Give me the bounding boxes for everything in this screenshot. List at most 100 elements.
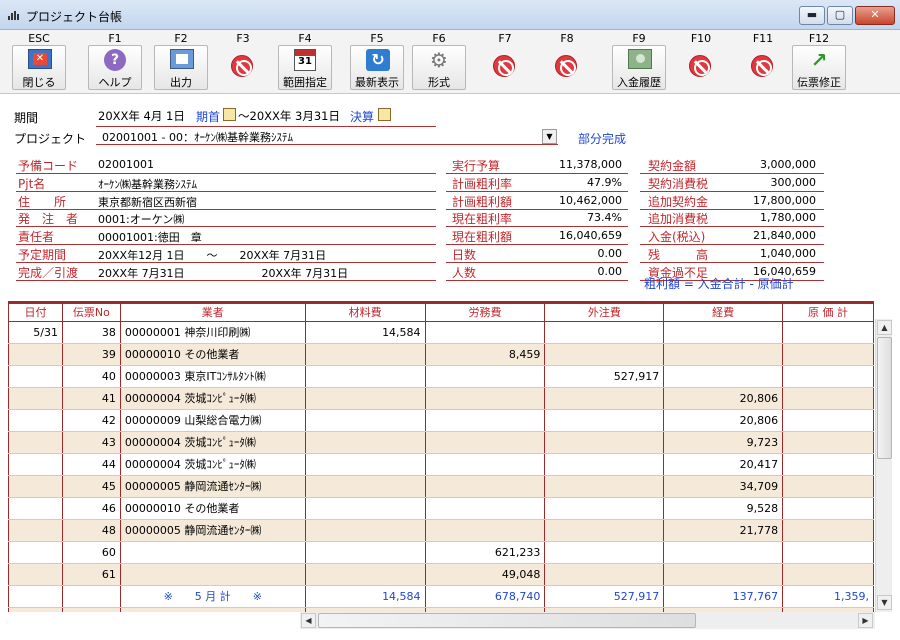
column-header[interactable]: 業者 (119, 302, 306, 322)
table-cell[interactable]: 48 (61, 519, 121, 542)
table-cell[interactable]: 1,359, (782, 585, 874, 608)
table-cell[interactable] (304, 563, 426, 586)
table-cell[interactable]: 40 (61, 365, 121, 388)
table-cell[interactable]: 39 (61, 343, 121, 366)
scroll-up-icon[interactable]: ▲ (877, 320, 892, 335)
table-cell[interactable]: 45 (61, 475, 121, 498)
table-cell[interactable] (8, 431, 63, 454)
column-header[interactable]: 材料費 (304, 302, 426, 322)
table-cell[interactable] (782, 431, 874, 454)
table-row[interactable]: 60 621,233 (8, 541, 874, 564)
table-cell[interactable] (8, 387, 63, 410)
table-cell[interactable] (424, 519, 546, 542)
subtotal-row[interactable]: ※ 5 月 計 ※ 14,584 678,740 527,917 137,767 1,35… (8, 585, 874, 608)
table-cell[interactable] (8, 585, 63, 608)
table-cell[interactable] (119, 541, 306, 564)
table-cell[interactable]: 00000001 神奈川印刷㈱ (119, 321, 306, 344)
table-cell[interactable]: 00000004 茨城ｺﾝﾋﾟｭｰﾀ㈱ (119, 387, 306, 410)
horizontal-scroll-thumb[interactable] (318, 613, 696, 628)
table-cell[interactable] (304, 387, 426, 410)
table-cell[interactable] (304, 343, 426, 366)
table-cell[interactable] (119, 563, 306, 586)
table-row[interactable]: 45 00000005 静岡流通ｾﾝﾀｰ㈱ 34,709 (8, 475, 874, 498)
table-cell[interactable] (782, 497, 874, 520)
disabled-button[interactable] (540, 45, 594, 90)
table-cell[interactable] (663, 541, 784, 564)
table-cell[interactable]: 41 (61, 387, 121, 410)
table-cell[interactable]: 20,806 (663, 409, 784, 432)
table-cell[interactable] (8, 563, 63, 586)
table-cell[interactable] (424, 365, 546, 388)
close-window-button[interactable]: ✕ 閉じる (12, 45, 66, 90)
table-cell[interactable]: 60 (61, 541, 121, 564)
output-button[interactable]: 出力 (154, 45, 208, 90)
table-cell[interactable] (304, 409, 426, 432)
table-cell[interactable]: ※ 5 月 計 ※ (119, 585, 306, 608)
disabled-button[interactable] (674, 45, 728, 90)
column-header[interactable]: 原 価 計 (782, 302, 874, 322)
table-cell[interactable]: 5/31 (8, 321, 63, 344)
table-row[interactable]: 5/31 38 00000001 神奈川印刷㈱ 14,584 (8, 321, 874, 344)
start-calendar-icon[interactable] (223, 108, 236, 121)
table-cell[interactable] (304, 365, 426, 388)
scroll-right-icon[interactable]: ▶ (858, 613, 873, 628)
calendar-button[interactable]: 31 範囲指定 (278, 45, 332, 90)
table-cell[interactable] (8, 541, 63, 564)
table-cell[interactable] (782, 453, 874, 476)
table-cell[interactable] (8, 453, 63, 476)
table-cell[interactable]: 00000003 東京ITｺﾝｻﾙﾀﾝﾄ㈱ (119, 365, 306, 388)
disabled-button[interactable] (478, 45, 532, 90)
table-cell[interactable]: 621,233 (424, 541, 546, 564)
table-cell[interactable]: 00000009 山梨総合電力㈱ (119, 409, 306, 432)
table-cell[interactable] (544, 541, 665, 564)
table-row[interactable]: 42 00000009 山梨総合電力㈱ 20,806 (8, 409, 874, 432)
vertical-scroll-thumb[interactable] (877, 337, 892, 459)
table-cell[interactable] (424, 497, 546, 520)
table-cell[interactable] (304, 475, 426, 498)
table-row[interactable]: 61 49,048 (8, 563, 874, 586)
table-cell[interactable]: ※ 累 計 ※ (119, 607, 306, 612)
table-cell[interactable] (304, 497, 426, 520)
table-cell[interactable] (424, 453, 546, 476)
table-row[interactable]: 44 00000004 茨城ｺﾝﾋﾟｭｰﾀ㈱ 20,417 (8, 453, 874, 476)
table-cell[interactable]: 42 (61, 409, 121, 432)
table-cell[interactable]: 46 (61, 497, 121, 520)
table-cell[interactable] (304, 453, 426, 476)
minimize-button[interactable]: ▬ (799, 6, 825, 25)
project-select[interactable]: 02001001 - 00：ｵｰｹﾝ㈱基幹業務ｼｽﾃﾑ ▼ (96, 127, 558, 145)
table-cell[interactable]: 00000004 茨城ｺﾝﾋﾟｭｰﾀ㈱ (119, 453, 306, 476)
table-cell[interactable] (782, 321, 874, 344)
table-cell[interactable] (8, 409, 63, 432)
table-row[interactable]: 41 00000004 茨城ｺﾝﾋﾟｭｰﾀ㈱ 20,806 (8, 387, 874, 410)
table-cell[interactable]: 8,459 (424, 343, 546, 366)
table-row[interactable]: 48 00000005 静岡流通ｾﾝﾀｰ㈱ 21,778 (8, 519, 874, 542)
table-cell[interactable] (8, 607, 63, 612)
maximize-button[interactable]: ▢ (827, 6, 853, 25)
table-cell[interactable] (544, 475, 665, 498)
table-cell[interactable] (8, 519, 63, 542)
table-row[interactable]: 40 00000003 東京ITｺﾝｻﾙﾀﾝﾄ㈱ 527,917 (8, 365, 874, 388)
table-cell[interactable]: 9,528 (663, 497, 784, 520)
table-cell[interactable]: 137,767 (663, 585, 784, 608)
table-cell[interactable]: 34,709 (663, 475, 784, 498)
table-cell[interactable]: 00000010 その他業者 (119, 497, 306, 520)
table-cell[interactable]: 20,806 (663, 387, 784, 410)
column-header[interactable]: 外注費 (544, 302, 665, 322)
table-cell[interactable] (782, 563, 874, 586)
table-cell[interactable] (424, 321, 546, 344)
column-header[interactable]: 伝票No (61, 302, 121, 322)
table-cell[interactable] (424, 431, 546, 454)
table-cell[interactable] (544, 431, 665, 454)
table-cell[interactable] (424, 475, 546, 498)
table-cell[interactable]: 21,778 (663, 519, 784, 542)
table-cell[interactable]: 00000004 茨城ｺﾝﾋﾟｭｰﾀ㈱ (119, 431, 306, 454)
table-cell[interactable]: 527,917 (544, 365, 665, 388)
horizontal-scrollbar[interactable]: ◀ ▶ (300, 612, 875, 629)
chevron-down-icon[interactable]: ▼ (542, 129, 557, 144)
table-cell[interactable]: 00000005 静岡流通ｾﾝﾀｰ㈱ (119, 519, 306, 542)
table-row[interactable]: 39 00000010 その他業者 8,459 (8, 343, 874, 366)
table-cell[interactable] (544, 519, 665, 542)
table-cell[interactable] (8, 365, 63, 388)
disabled-button[interactable] (736, 45, 790, 90)
table-cell[interactable]: 44 (61, 453, 121, 476)
